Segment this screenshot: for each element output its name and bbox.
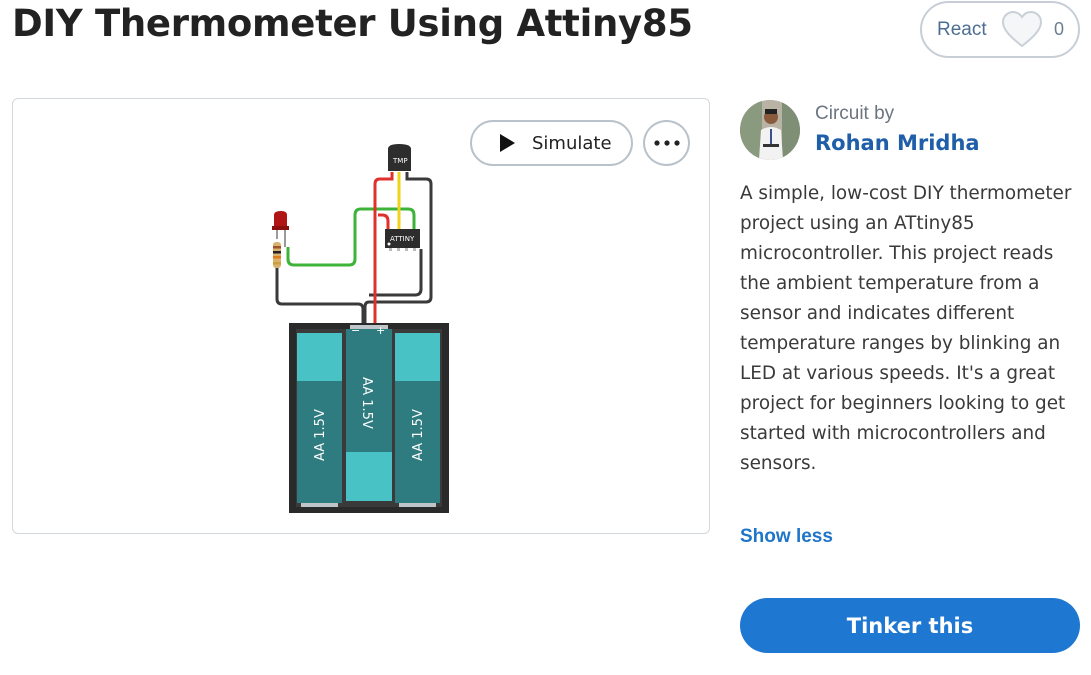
simulate-label: Simulate [532,132,612,154]
battery-1-label: AA 1.5V [313,409,328,461]
circuit-by-label: Circuit by [815,103,895,124]
wire-red-chip [378,213,390,230]
react-label: React [937,18,987,40]
show-less-link[interactable]: Show less [740,526,833,548]
wire-black-chip [369,249,423,297]
sensor-label: TMP [392,157,408,165]
attiny-chip: ATTINY [385,229,420,251]
plus-terminal-label: + [376,324,385,337]
circuit-canvas[interactable]: AA 1.5V AA 1.5V AA 1.5V − + TMP ATTINY S… [12,98,710,534]
simulate-button[interactable]: Simulate [470,120,633,166]
temperature-sensor: TMP [388,144,411,171]
wire-black-led [275,259,365,323]
project-description: A simple, low-cost DIY thermometer proje… [740,183,1072,474]
avatar[interactable] [740,100,800,160]
more-options-button[interactable] [643,120,690,166]
red-led [272,211,289,247]
play-icon [500,134,515,152]
author-block: Circuit by Rohan Mridha [740,100,1080,162]
battery-3-label: AA 1.5V [411,409,426,461]
heart-icon [1001,10,1042,47]
author-name-link[interactable]: Rohan Mridha [815,131,980,155]
react-button[interactable]: React 0 [920,1,1080,58]
avatar-image [740,100,800,160]
resistor [273,242,281,268]
tinker-this-button[interactable]: Tinker this [740,598,1080,653]
chip-label: ATTINY [390,235,415,243]
minus-terminal-label: − [351,324,360,337]
more-options-icon [653,140,680,146]
page-title: DIY Thermometer Using Attiny85 [12,2,693,45]
react-count: 0 [1053,19,1064,39]
battery-2-label: AA 1.5V [359,377,374,429]
